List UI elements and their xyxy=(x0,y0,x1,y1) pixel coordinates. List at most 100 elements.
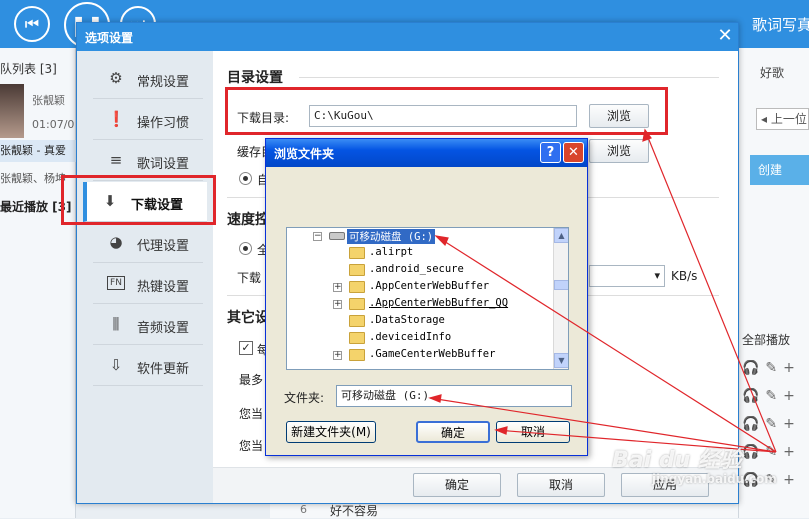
cancel-button[interactable]: 取消 xyxy=(517,473,605,497)
previous-track-button[interactable]: ⏮ xyxy=(14,6,50,42)
new-folder-button[interactable]: 新建文件夹(M) xyxy=(286,421,376,443)
nav-item-proxy[interactable]: ◕ 代理设置 xyxy=(93,223,203,263)
tree-item[interactable]: .DataStorage xyxy=(287,313,552,330)
browse-folder-dialog: 浏览文件夹 ? ✕ − 可移动磁盘 (G:) .alirpt .android_… xyxy=(265,138,588,456)
tree-item-label[interactable]: .DataStorage xyxy=(369,314,445,326)
tree-item-drive[interactable]: − 可移动磁盘 (G:) xyxy=(287,228,552,245)
section-directory: 目录设置 xyxy=(227,70,283,86)
nav-item-hotkeys[interactable]: FN 热键设置 xyxy=(93,264,203,304)
cancel-button[interactable]: 取消 xyxy=(496,421,570,443)
tree-item-label[interactable]: .deviceidInfo xyxy=(369,331,451,343)
tree-item-label[interactable]: .android_secure xyxy=(369,263,464,275)
expand-icon[interactable]: + xyxy=(333,300,342,309)
tree-scrollbar[interactable]: ▲ ▼ xyxy=(553,228,568,369)
other-checkbox[interactable]: ✓ xyxy=(239,341,253,355)
folder-icon xyxy=(349,315,365,327)
nav-item-update[interactable]: ⇩ 软件更新 xyxy=(93,346,203,386)
play-all-button[interactable]: 全部播放 xyxy=(742,330,809,350)
highlight-download-dir xyxy=(225,87,668,135)
tree-item-label[interactable]: .AppCenterWebBuffer xyxy=(369,280,489,292)
scroll-up-icon[interactable]: ▲ xyxy=(554,228,568,243)
track-time: 01:07/0 xyxy=(32,118,75,131)
tree-item-label[interactable]: .alirpt xyxy=(369,246,413,258)
equalizer-icon: ⫼ xyxy=(112,315,120,333)
ok-button[interactable]: 确定 xyxy=(413,473,501,497)
section-other: 其它设 xyxy=(227,310,269,326)
tab-good-songs[interactable]: 好歌 xyxy=(760,64,784,81)
current-label: 您当 xyxy=(239,407,264,421)
nav-item-audio[interactable]: ⫼ 音频设置 xyxy=(93,305,203,345)
max-label: 最多 xyxy=(239,373,264,387)
speed-unit: KB/s xyxy=(671,269,698,283)
pin-icon: ❗ xyxy=(107,110,126,128)
song-title[interactable]: 好不容易 xyxy=(330,502,378,519)
cache-browse-button[interactable]: 浏览 xyxy=(589,139,649,163)
collapse-icon[interactable]: − xyxy=(313,232,322,241)
tree-item[interactable]: + .GameCenterWebBuffer xyxy=(287,347,552,364)
nav-label: 热键设置 xyxy=(137,280,190,295)
tree-item[interactable]: .android_secure xyxy=(287,262,552,279)
tree-item-label[interactable]: .AppCenterWebBuffer_QQ xyxy=(369,297,508,309)
previous-page-button[interactable]: ◂ 上一位 xyxy=(756,108,809,130)
highlight-download-nav xyxy=(61,175,216,225)
current-label: 您当 xyxy=(239,439,264,453)
help-icon[interactable]: ? xyxy=(540,142,561,163)
nav-label: 歌词设置 xyxy=(137,157,190,172)
folder-icon xyxy=(349,264,365,276)
tree-item[interactable]: .deviceidInfo xyxy=(287,330,552,347)
speed-dropdown[interactable]: ▾ xyxy=(589,265,665,287)
tab-lyrics-photo[interactable]: 歌词写真 xyxy=(752,14,809,35)
close-icon[interactable]: ✕ xyxy=(715,25,735,46)
section-speed: 速度控 xyxy=(227,212,269,228)
hotkey-icon: FN xyxy=(107,276,125,290)
options-titlebar[interactable]: 选项设置 ✕ xyxy=(77,23,738,51)
settings-nav: ⚙ 常规设置 ❗ 操作习惯 ≡ 歌词设置 ⬇ 下载设置 ◕ 代理设置 FN 热键设置 ⫼ 音频… xyxy=(77,51,213,503)
folder-icon xyxy=(349,298,365,310)
drive-icon xyxy=(329,232,345,240)
row-action-icons[interactable]: 🎧✎+ xyxy=(742,360,809,380)
scroll-down-icon[interactable]: ▼ xyxy=(554,353,568,368)
browse-titlebar[interactable]: 浏览文件夹 ? ✕ xyxy=(266,139,587,167)
nav-label: 代理设置 xyxy=(137,239,190,254)
tree-item[interactable]: .alirpt xyxy=(287,245,552,262)
folder-tree[interactable]: − 可移动磁盘 (G:) .alirpt .android_secure + .… xyxy=(286,227,569,370)
ok-button[interactable]: 确定 xyxy=(416,421,490,443)
nav-label: 操作习惯 xyxy=(137,116,190,131)
nav-label: 音频设置 xyxy=(137,321,190,336)
cache-radio[interactable] xyxy=(239,172,252,185)
nav-item-general[interactable]: ⚙ 常规设置 xyxy=(93,59,203,99)
watermark-logo: Bai du 经验 xyxy=(612,448,742,473)
folder-field[interactable]: 可移动磁盘 (G:) xyxy=(336,385,572,407)
create-button[interactable]: 创建 xyxy=(750,155,809,185)
download-limit-label: 下载 xyxy=(237,271,262,285)
tree-item[interactable]: + .AppCenterWebBuffer xyxy=(287,279,552,296)
expand-icon[interactable]: + xyxy=(333,283,342,292)
divider xyxy=(299,77,719,78)
song-number: 6 xyxy=(300,503,307,516)
close-icon[interactable]: ✕ xyxy=(563,142,584,163)
row-action-icons[interactable]: 🎧✎+ xyxy=(742,388,809,408)
album-art xyxy=(0,84,24,138)
folder-icon xyxy=(349,247,365,259)
dialog-title: 选项设置 xyxy=(85,31,134,45)
nav-item-habits[interactable]: ❗ 操作习惯 xyxy=(93,100,203,140)
queue-title[interactable]: 队列表 [3] xyxy=(0,60,57,77)
folder-icon xyxy=(349,349,365,361)
previous-icon: ⏮ xyxy=(24,14,40,33)
list-item[interactable]: 张靓颖 - 真爱 xyxy=(0,140,76,162)
folder-label: 文件夹: xyxy=(284,391,325,405)
scroll-thumb[interactable] xyxy=(554,280,568,290)
speed-radio[interactable] xyxy=(239,242,252,255)
globe-icon: ◕ xyxy=(109,233,123,251)
folder-icon xyxy=(349,332,365,344)
tree-item-label[interactable]: 可移动磁盘 (G:) xyxy=(347,229,436,244)
update-icon: ⇩ xyxy=(109,356,123,374)
tree-item-label[interactable]: .GameCenterWebBuffer xyxy=(369,348,495,360)
row-action-icons[interactable]: 🎧✎+ xyxy=(742,416,809,436)
nav-label: 常规设置 xyxy=(137,75,190,90)
row-action-icons[interactable]: 🎧✎+ xyxy=(742,444,809,464)
gear-icon: ⚙ xyxy=(109,69,123,87)
expand-icon[interactable]: + xyxy=(333,351,342,360)
browse-message-area xyxy=(274,173,579,223)
tree-item[interactable]: + .AppCenterWebBuffer_QQ xyxy=(287,296,552,313)
